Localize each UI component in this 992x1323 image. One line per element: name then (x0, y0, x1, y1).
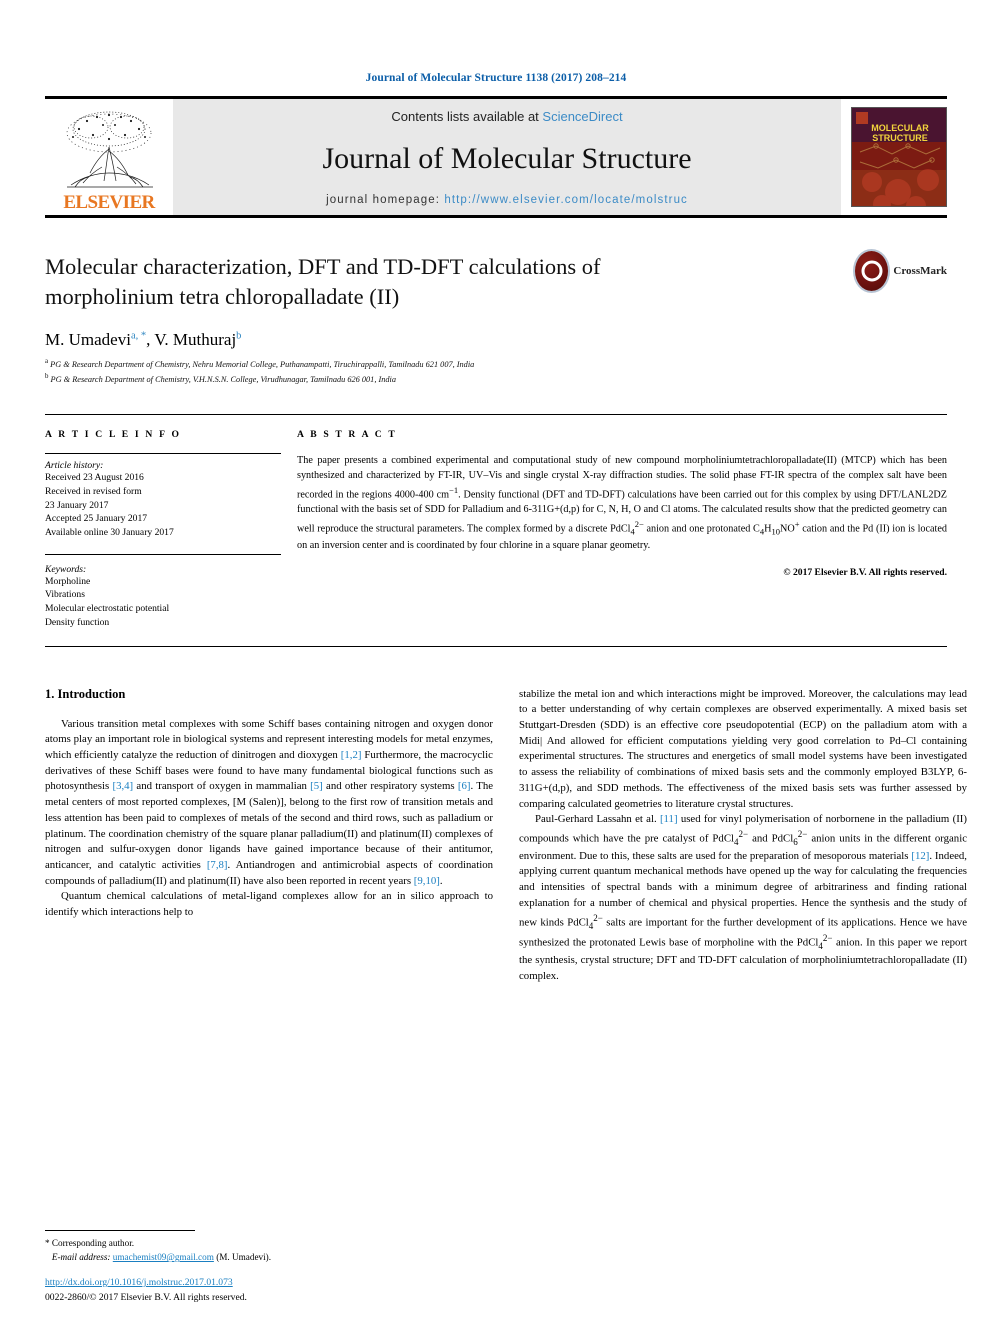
article-history-title: Article history: (45, 460, 104, 472)
keyword-item: Morpholine (45, 575, 91, 587)
author-marks-1: a, * (130, 330, 147, 342)
section-heading-introduction: 1. Introduction (45, 686, 126, 701)
abstract-column: A B S T R A C T The paper presents a com… (295, 429, 947, 629)
email-note: E-mail address: umachemist09@gmail.com (… (45, 1251, 493, 1265)
author-name-2: V. Muthuraj (154, 330, 237, 350)
page-title: Molecular characterization, DFT and TD-D… (45, 254, 601, 309)
homepage-label: journal homepage: (326, 194, 445, 206)
contents-lists-line: Contents lists available at ScienceDirec… (391, 109, 622, 124)
footnote-block: * Corresponding author. E-mail address: … (45, 1230, 493, 1265)
history-item: Received 23 August 2016 (45, 472, 144, 484)
corresponding-author-note: * Corresponding author. (45, 1238, 135, 1249)
email-person: (M. Umadevi). (216, 1252, 272, 1263)
article-info-heading: A R T I C L E I N F O (45, 429, 182, 441)
paragraph: stabilize the metal ion and which intera… (519, 687, 967, 810)
keyword-item: Vibrations (45, 589, 85, 601)
journal-banner: Contents lists available at ScienceDirec… (173, 99, 841, 215)
email-label: E-mail address: (51, 1252, 111, 1263)
abstract-text: The paper presents a combined experiment… (297, 455, 947, 551)
author-name-1: M. Umadevi (45, 330, 131, 350)
journal-masthead: ELSEVIER Contents lists available at Sci… (45, 96, 947, 218)
history-item: Available online 30 January 2017 (45, 527, 174, 538)
elsevier-tree-icon (57, 107, 161, 193)
history-item: Received in revised form (45, 485, 142, 497)
history-item: Accepted 25 January 2017 (45, 513, 148, 525)
keywords-title: Keywords: (45, 563, 87, 575)
article-info-abstract: A R T I C L E I N F O Article history: R… (45, 414, 947, 647)
affiliation-a: a PG & Research Department of Chemistry,… (45, 357, 947, 371)
issn-copyright-line: 0022-2860/© 2017 Elsevier B.V. All right… (45, 1291, 247, 1303)
title-block: Molecular characterization, DFT and TD-D… (45, 218, 947, 386)
journal-cover-thumbnail: MOLECULAR STRUCTURE (851, 107, 947, 207)
author-list: M. Umadevia, *, V. Muthurajb (45, 330, 242, 350)
contents-prefix: Contents lists available at (391, 109, 543, 124)
elsevier-wordmark: ELSEVIER (63, 192, 155, 213)
crossmark-badge[interactable]: CrossMark (855, 248, 947, 294)
abstract-copyright: © 2017 Elsevier B.V. All rights reserved… (783, 567, 947, 579)
doi-link[interactable]: http://dx.doi.org/10.1016/j.molstruc.201… (45, 1277, 233, 1288)
journal-homepage-line: journal homepage: http://www.elsevier.co… (326, 194, 688, 206)
article-info-divider (45, 453, 281, 455)
svg-text:STRUCTURE: STRUCTURE (872, 133, 928, 143)
affiliation-b: b PG & Research Department of Chemistry,… (45, 372, 947, 386)
body-right-column: stabilize the metal ion and which intera… (519, 687, 967, 985)
keyword-item: Density function (45, 616, 110, 628)
affiliation-text-a: PG & Research Department of Chemistry, N… (50, 360, 475, 370)
body-columns: 1. Introduction Various transition metal… (45, 687, 967, 985)
paragraph: Quantum chemical calculations of metal-l… (45, 890, 493, 919)
keywords-block: Keywords: Morpholine Vibrations Molecula… (45, 553, 281, 630)
affiliation-list: a PG & Research Department of Chemistry,… (45, 357, 947, 386)
paragraph: Paul-Gerhard Lassahn et al. [11] used fo… (519, 813, 967, 982)
affiliation-mark-b: b (45, 372, 49, 380)
history-item: 23 January 2017 (45, 499, 109, 511)
running-head: Journal of Molecular Structure 1138 (201… (365, 72, 627, 84)
paragraph: Various transition metal complexes with … (45, 717, 494, 887)
crossmark-label: CrossMark (893, 265, 947, 277)
elsevier-logo: ELSEVIER (45, 99, 173, 215)
document-footer: http://dx.doi.org/10.1016/j.molstruc.201… (45, 1276, 247, 1305)
crossmark-icon (855, 251, 889, 291)
footnote-divider (45, 1230, 195, 1232)
sciencedirect-link[interactable]: ScienceDirect (542, 109, 622, 124)
affiliation-text-b: PG & Research Department of Chemistry, V… (50, 374, 396, 384)
keyword-item: Molecular electrostatic potential (45, 603, 170, 615)
affiliation-mark-a: a (45, 358, 49, 366)
article-page: Journal of Molecular Structure 1138 (201… (0, 0, 992, 1323)
author-marks-2: b (236, 330, 242, 342)
article-info-column: A R T I C L E I N F O Article history: R… (45, 429, 295, 629)
body-left-column: 1. Introduction Various transition metal… (45, 687, 493, 985)
email-link[interactable]: umachemist09@gmail.com (113, 1252, 214, 1262)
journal-title: Journal of Molecular Structure (322, 142, 692, 175)
journal-homepage-link[interactable]: http://www.elsevier.com/locate/molstruc (444, 194, 688, 206)
svg-text:MOLECULAR: MOLECULAR (871, 123, 929, 133)
abstract-heading: A B S T R A C T (297, 429, 397, 441)
